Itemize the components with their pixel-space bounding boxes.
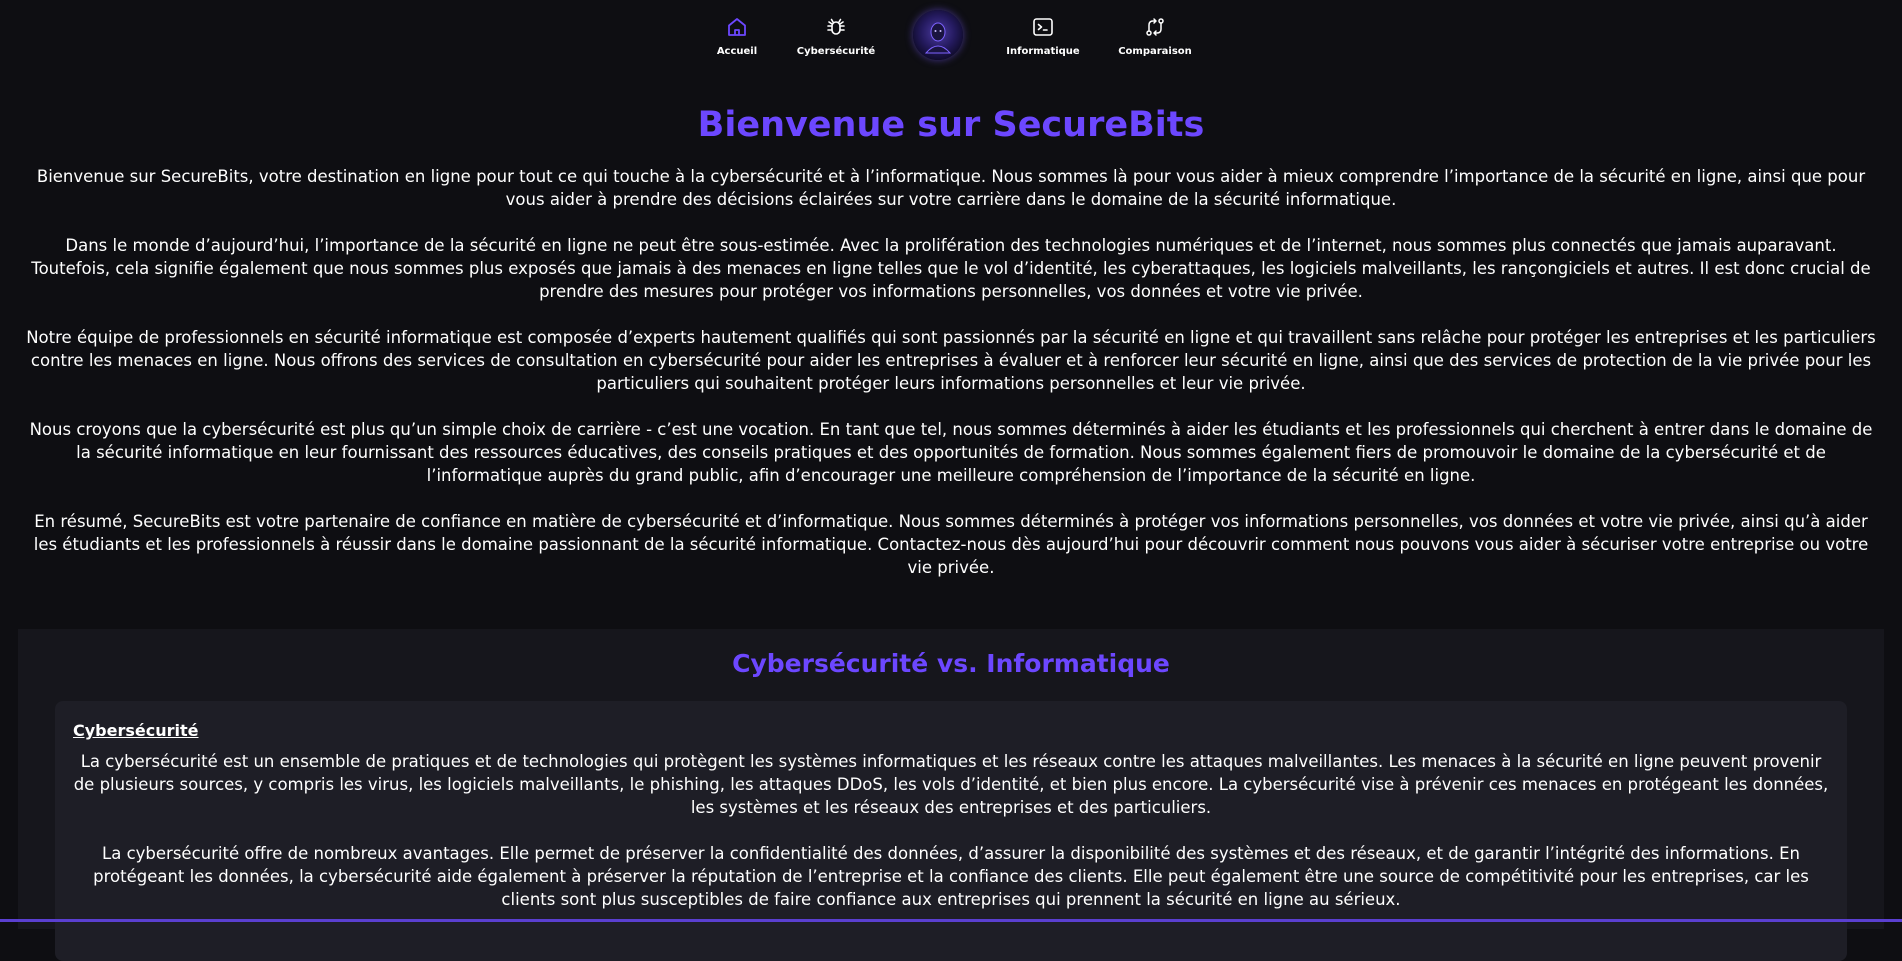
card-heading: Cybersécurité	[73, 721, 199, 740]
nav-label-cybersecurite: Cybersécurité	[796, 45, 876, 57]
page-title: Bienvenue sur SecureBits	[697, 105, 1205, 145]
intro-paragraph: En résumé, SecureBits est votre partenai…	[33, 512, 1869, 577]
top-nav: Accueil Cybersécurité Informatique Compa…	[0, 0, 1902, 70]
intro-paragraph: Nous croyons que la cybersécurité est pl…	[29, 420, 1873, 485]
intro-paragraph: Notre équipe de professionnels en sécuri…	[26, 328, 1876, 393]
avatar	[913, 10, 963, 60]
nav-label-informatique: Informatique	[1006, 45, 1080, 57]
logo-avatar-link[interactable]	[911, 5, 965, 65]
bug-icon	[823, 14, 849, 40]
intro-text: Bienvenue sur SecureBits, votre destinat…	[0, 165, 1902, 579]
nav-item-comparaison[interactable]: Comparaison	[1115, 5, 1195, 65]
card-paragraph: La cybersécurité est un ensemble de prat…	[73, 752, 1829, 817]
terminal-icon	[1030, 14, 1056, 40]
comparison-title: Cybersécurité vs. Informatique	[732, 649, 1170, 678]
intro-paragraph: Bienvenue sur SecureBits, votre destinat…	[36, 167, 1866, 209]
cybersecurite-card: Cybersécurité La cybersécurité est un en…	[55, 701, 1847, 961]
compare-arrows-icon	[1142, 14, 1168, 40]
nav-label-accueil: Accueil	[716, 45, 758, 57]
nav-label-comparaison: Comparaison	[1118, 45, 1192, 57]
card-paragraph: La cybersécurité offre de nombreux avant…	[93, 844, 1809, 909]
nav-item-informatique[interactable]: Informatique	[1003, 5, 1083, 65]
intro-paragraph: Dans le monde d’aujourd’hui, l’importanc…	[31, 236, 1871, 301]
nav-item-cybersecurite[interactable]: Cybersécurité	[791, 5, 881, 65]
home-icon	[724, 14, 750, 40]
comparison-section: Cybersécurité vs. Informatique Cybersécu…	[18, 629, 1884, 961]
nav-item-accueil[interactable]: Accueil	[707, 5, 767, 65]
